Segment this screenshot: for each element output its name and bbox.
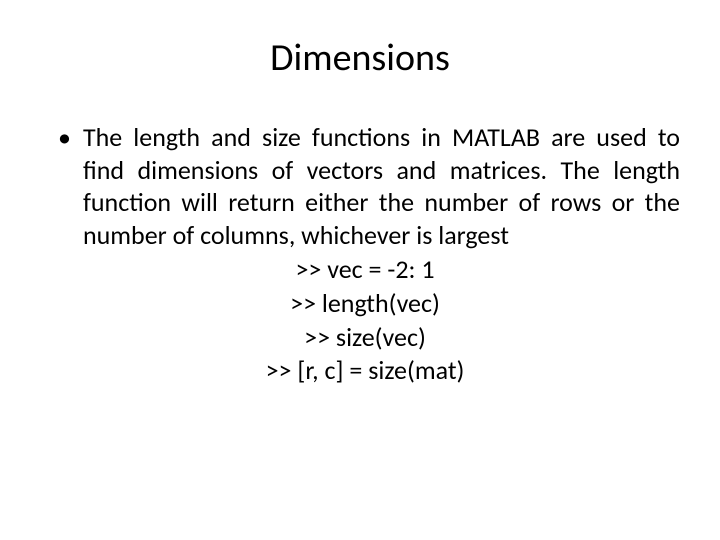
bullet-text: The length and size functions in MATLAB … <box>83 121 680 251</box>
bullet-item: • The length and size functions in MATLA… <box>50 121 680 251</box>
slide-content: • The length and size functions in MATLA… <box>40 121 680 388</box>
code-line-2: >> length(vec) <box>50 287 680 321</box>
slide-title: Dimensions <box>40 35 680 81</box>
code-block: >> vec = -2: 1 >> length(vec) >> size(ve… <box>50 253 680 388</box>
code-line-4: >> [r, c] = size(mat) <box>50 354 680 388</box>
code-line-1: >> vec = -2: 1 <box>50 253 680 287</box>
code-line-3: >> size(vec) <box>50 321 680 355</box>
bullet-marker: • <box>58 121 71 154</box>
